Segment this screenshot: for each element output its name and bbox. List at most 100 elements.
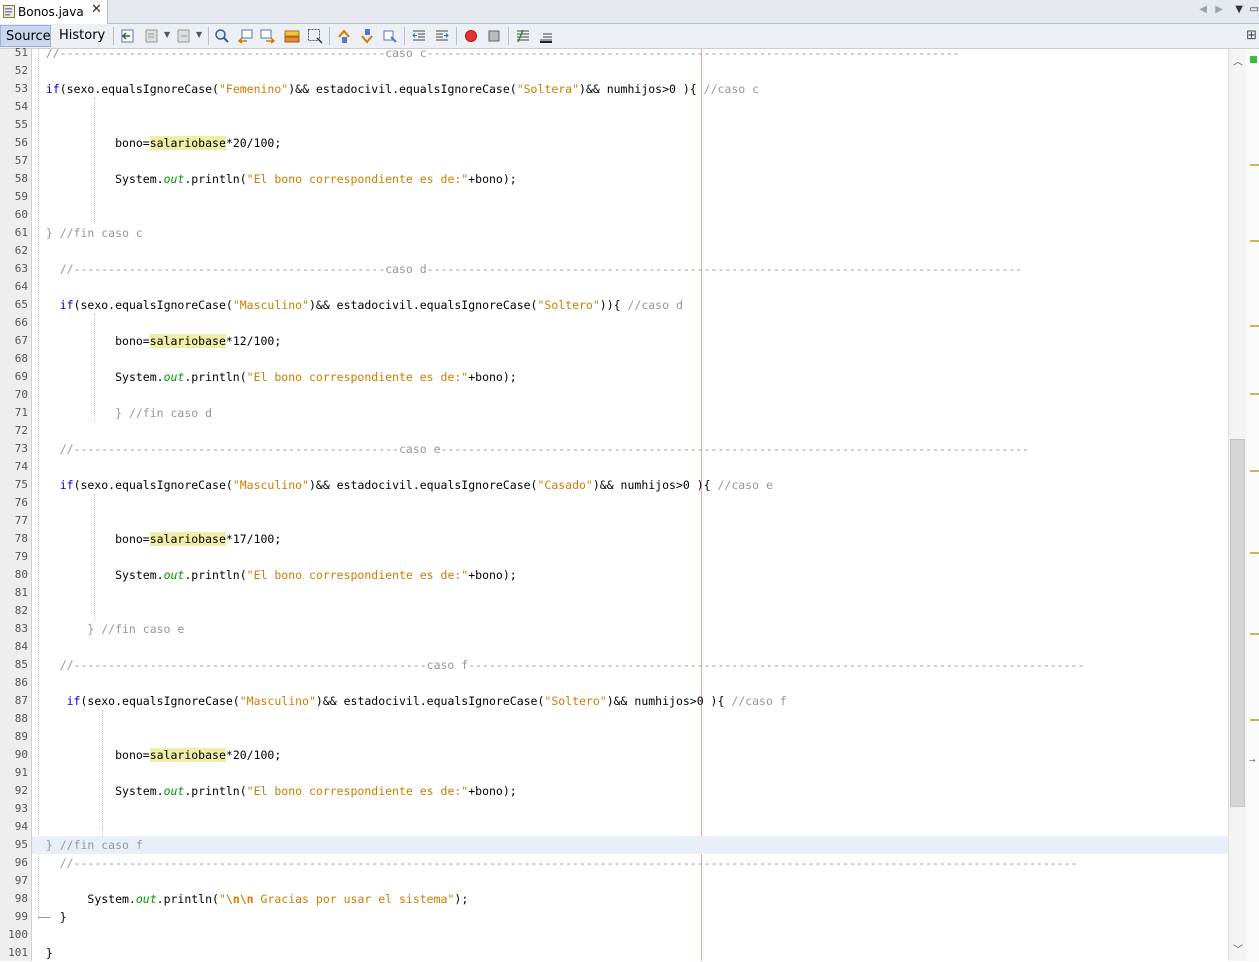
code-line-71[interactable]: } //fin caso d <box>32 404 1228 422</box>
code-editor[interactable]: //--------------------------------------… <box>32 49 1228 961</box>
line-number: 97 <box>14 874 28 887</box>
line-number: 84 <box>14 640 28 653</box>
shift-left-icon[interactable] <box>411 28 427 44</box>
code-line-83[interactable]: } //fin caso e <box>32 620 1228 638</box>
code-line-73[interactable]: //--------------------------------------… <box>32 440 1228 458</box>
occurrence-mark[interactable] <box>1250 633 1259 635</box>
line-number: 66 <box>14 316 28 329</box>
line-number: 65 <box>14 298 28 311</box>
occurrence-mark[interactable] <box>1250 164 1259 166</box>
comment-icon[interactable] <box>515 28 531 44</box>
scroll-down-icon[interactable]: ﹀ <box>1233 941 1243 956</box>
code-line-78[interactable]: bono=salariobase*17/100; <box>32 530 1228 548</box>
start-macro-icon[interactable] <box>463 28 479 44</box>
code-line-58[interactable]: System.out.println("El bono correspondie… <box>32 170 1228 188</box>
expand-editor-icon[interactable]: ⊞ <box>1246 28 1257 43</box>
code-line-101[interactable]: } <box>32 944 1228 961</box>
toggle-bookmark-icon[interactable] <box>382 28 398 44</box>
occurrence-mark[interactable] <box>1250 552 1259 554</box>
forward-dropdown-icon[interactable]: ▼ <box>196 30 202 39</box>
line-number: 52 <box>14 64 28 77</box>
java-file-icon <box>3 5 15 18</box>
code-line-85[interactable]: //--------------------------------------… <box>32 656 1228 674</box>
code-line-61[interactable]: } //fin caso c <box>32 224 1228 242</box>
line-number: 92 <box>14 784 28 797</box>
line-number: 88 <box>14 712 28 725</box>
stop-macro-icon[interactable] <box>486 28 502 44</box>
occurrence-mark[interactable] <box>1250 325 1259 327</box>
occurrence-mark[interactable] <box>1250 719 1259 721</box>
line-number: 63 <box>14 262 28 275</box>
history-icon[interactable] <box>144 28 160 44</box>
occurrence-mark[interactable] <box>1250 470 1259 472</box>
line-number: 74 <box>14 460 28 473</box>
find-previous-icon[interactable] <box>237 28 253 44</box>
tab-history[interactable]: History <box>54 25 108 47</box>
toolbar-separator <box>113 27 114 45</box>
code-line-63[interactable]: //--------------------------------------… <box>32 260 1228 278</box>
line-number: 73 <box>14 442 28 455</box>
occurrence-mark[interactable] <box>1250 393 1259 395</box>
line-number: 60 <box>14 208 28 221</box>
toggle-rect-select-icon[interactable] <box>307 28 323 44</box>
code-line-80[interactable]: System.out.println("El bono correspondie… <box>32 566 1228 584</box>
line-number: 79 <box>14 550 28 563</box>
close-tab-icon[interactable]: ✕ <box>91 2 102 17</box>
code-line-67[interactable]: bono=salariobase*12/100; <box>32 332 1228 350</box>
line-number: 85 <box>14 658 28 671</box>
tab-title: Bonos.java <box>18 5 84 19</box>
scroll-tabs-right-icon[interactable]: ▶ <box>1215 4 1223 15</box>
back-icon[interactable] <box>120 28 136 44</box>
code-line-75[interactable]: if(sexo.equalsIgnoreCase("Masculino")&& … <box>32 476 1228 494</box>
shift-right-icon[interactable] <box>434 28 450 44</box>
line-number: 77 <box>14 514 28 527</box>
error-stripe[interactable]: → <box>1246 49 1259 961</box>
line-number: 61 <box>14 226 28 239</box>
occurrence-mark[interactable] <box>1250 240 1259 242</box>
forward-icon[interactable] <box>176 28 192 44</box>
next-bookmark-icon[interactable] <box>359 28 375 44</box>
line-number: 69 <box>14 370 28 383</box>
code-line-92[interactable]: System.out.println("El bono correspondie… <box>32 782 1228 800</box>
scroll-up-icon[interactable]: ︿ <box>1233 53 1243 68</box>
code-line-98[interactable]: System.out.println("\n\n Gracias por usa… <box>32 890 1228 908</box>
line-number: 98 <box>14 892 28 905</box>
line-number: 70 <box>14 388 28 401</box>
find-next-icon[interactable] <box>260 28 276 44</box>
indent-guide <box>94 98 95 224</box>
line-number: 86 <box>14 676 28 689</box>
toggle-highlight-icon[interactable] <box>284 28 300 44</box>
line-number: 54 <box>14 100 28 113</box>
code-line-87[interactable]: if(sexo.equalsIgnoreCase("Masculino")&& … <box>32 692 1228 710</box>
code-line-65[interactable]: if(sexo.equalsIgnoreCase("Masculino")&& … <box>32 296 1228 314</box>
code-line-56[interactable]: bono=salariobase*20/100; <box>32 134 1228 152</box>
editor-tab-bar: Bonos.java ✕ ◀ ▶ ▼ ▭ <box>0 0 1259 24</box>
code-line-53[interactable]: if(sexo.equalsIgnoreCase("Femenino")&& e… <box>32 80 1228 98</box>
line-number: 101 <box>8 946 28 959</box>
line-number: 57 <box>14 154 28 167</box>
code-line-69[interactable]: System.out.println("El bono correspondie… <box>32 368 1228 386</box>
scroll-tabs-left-icon[interactable]: ◀ <box>1199 4 1207 15</box>
code-line-51[interactable]: //--------------------------------------… <box>32 49 1228 62</box>
line-number: 56 <box>14 136 28 149</box>
code-line-99[interactable]: } <box>32 908 1228 926</box>
toolbar-separator <box>508 27 509 45</box>
toolbar-separator <box>208 27 209 45</box>
uncomment-icon[interactable] <box>538 28 554 44</box>
previous-bookmark-icon[interactable] <box>336 28 352 44</box>
vertical-scrollbar[interactable]: ︿ ﹀ <box>1228 49 1246 961</box>
editor-toolbar: Source History ▼ ▼ ⊞ <box>0 24 1259 49</box>
show-opened-documents-icon[interactable]: ▼ <box>1235 4 1243 15</box>
maximize-window-icon[interactable]: ▭ <box>1250 4 1259 15</box>
code-line-96[interactable]: //--------------------------------------… <box>32 854 1228 872</box>
code-line-90[interactable]: bono=salariobase*20/100; <box>32 746 1228 764</box>
line-number: 100 <box>8 928 28 941</box>
tab-bonos-java[interactable]: Bonos.java ✕ <box>0 0 108 24</box>
line-number: 55 <box>14 118 28 131</box>
scrollbar-thumb[interactable] <box>1230 439 1245 807</box>
line-number: 91 <box>14 766 28 779</box>
history-dropdown-icon[interactable]: ▼ <box>164 30 170 39</box>
find-icon[interactable] <box>214 28 230 44</box>
code-line-95-current[interactable]: } //fin caso f <box>32 836 1228 854</box>
line-number: 72 <box>14 424 28 437</box>
